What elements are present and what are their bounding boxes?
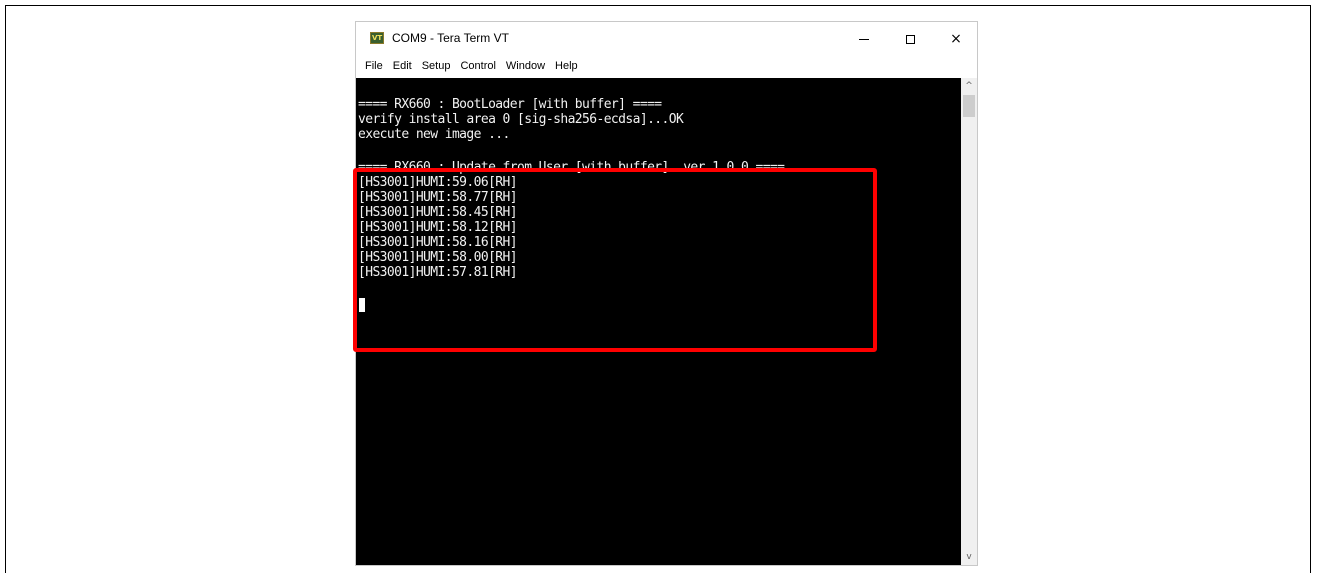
window-title: COM9 - Tera Term VT [392, 31, 509, 45]
menu-bar: File Edit Setup Control Window Help [356, 56, 977, 76]
menu-control[interactable]: Control [455, 57, 500, 75]
title-bar[interactable]: VT COM9 - Tera Term VT × [356, 22, 977, 56]
scroll-thumb[interactable] [963, 95, 975, 117]
vertical-scrollbar[interactable]: ^ v [961, 78, 977, 565]
menu-help[interactable]: Help [550, 57, 583, 75]
close-button[interactable]: × [933, 22, 979, 56]
scroll-down-icon[interactable]: v [961, 549, 977, 565]
menu-setup[interactable]: Setup [417, 57, 456, 75]
scroll-up-icon[interactable]: ^ [961, 78, 977, 94]
terminal-line: ==== RX660 : BootLoader [with buffer] ==… [358, 96, 662, 113]
menu-window[interactable]: Window [501, 57, 550, 75]
menu-file[interactable]: File [360, 57, 388, 75]
minimize-button[interactable] [841, 22, 887, 56]
tera-term-icon: VT [370, 32, 384, 44]
terminal-line: execute new image ... [358, 126, 510, 143]
terminal-line: verify install area 0 [sig-sha256-ecdsa]… [358, 111, 684, 128]
close-icon: × [950, 31, 962, 47]
minimize-icon [859, 38, 869, 40]
menu-edit[interactable]: Edit [388, 57, 417, 75]
maximize-button[interactable] [887, 22, 933, 56]
highlight-box [353, 168, 877, 352]
maximize-icon [905, 34, 915, 44]
